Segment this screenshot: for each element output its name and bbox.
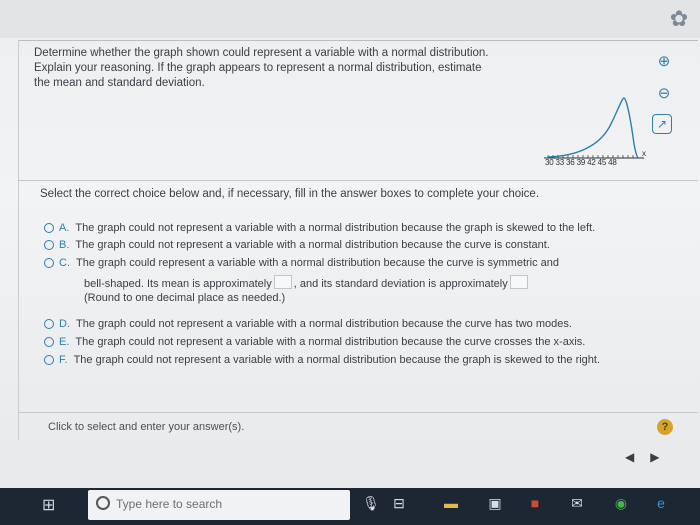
choice-text: The graph could not represent a variable…	[75, 336, 586, 348]
edge-icon[interactable]: e	[652, 494, 670, 512]
help-button[interactable]: ?	[657, 419, 673, 435]
choice-text: bell-shaped. Its mean is approximately	[84, 278, 272, 290]
choice-letter: D.	[59, 318, 70, 330]
choice-text: The graph could not represent a variable…	[75, 239, 550, 251]
question-nav: ◀ ▶	[625, 450, 675, 464]
density-curve	[547, 97, 639, 158]
mail-icon[interactable]: ✉	[568, 494, 586, 512]
mean-answer-box[interactable]	[273, 275, 292, 289]
x-axis-end-label: x	[642, 149, 646, 158]
zoom-out-icon[interactable]: ⊖	[652, 82, 676, 104]
radio-icon[interactable]	[44, 258, 54, 268]
radio-icon[interactable]	[44, 337, 54, 347]
choice-text: The graph could not represent a variable…	[75, 222, 596, 234]
x-tick-labels: 30 33 36 39 42 45 48	[545, 158, 617, 167]
frame-divider	[18, 40, 698, 41]
radio-icon[interactable]	[44, 355, 54, 365]
microphone-icon[interactable]: 🎙	[362, 494, 380, 512]
choice-letter: B.	[59, 239, 70, 251]
top-bar	[0, 0, 700, 38]
store-icon[interactable]: ▣	[486, 494, 504, 512]
cortana-icon	[96, 496, 110, 510]
radio-icon[interactable]	[44, 240, 54, 250]
task-view-icon[interactable]: ⊟	[390, 494, 408, 512]
instruction-text: Select the correct choice below and, if …	[40, 188, 540, 200]
choice-text: The graph could not represent a variable…	[76, 318, 572, 330]
app-screen: ✿ Determine whether the graph shown coul…	[0, 0, 700, 488]
question-text: Determine whether the graph shown could …	[34, 47, 489, 89]
choice-text: The graph could represent a variable wit…	[76, 257, 560, 269]
choice-letter: E.	[59, 336, 70, 348]
chrome-icon[interactable]: ◉	[612, 494, 630, 512]
choice-e[interactable]: E. The graph could not represent a variab…	[44, 336, 585, 348]
choice-b[interactable]: B. The graph could not represent a variab…	[44, 239, 550, 251]
powerpoint-icon[interactable]: ■	[526, 494, 544, 512]
choice-letter: F.	[59, 354, 68, 366]
choice-a[interactable]: A. The graph could not represent a variab…	[44, 222, 595, 234]
footer-divider	[18, 412, 698, 413]
std-dev-answer-box[interactable]	[509, 275, 528, 289]
zoom-in-icon[interactable]: ⊕	[652, 50, 676, 72]
taskbar-search-placeholder: Type here to search	[116, 497, 223, 511]
choice-letter: C.	[59, 257, 70, 269]
choice-letter: A.	[59, 222, 70, 234]
choice-d[interactable]: D. The graph could not represent a variab…	[44, 318, 572, 330]
file-explorer-icon[interactable]: ▬	[442, 494, 460, 512]
next-button[interactable]: ▶	[650, 450, 659, 464]
gear-icon[interactable]: ✿	[668, 8, 690, 30]
radio-icon[interactable]	[44, 223, 54, 233]
prev-button[interactable]: ◀	[625, 450, 634, 464]
choice-f[interactable]: F. The graph could not represent a variab…	[44, 354, 600, 366]
choice-text: The graph could not represent a variable…	[73, 354, 601, 366]
popout-icon[interactable]: ↗	[652, 114, 672, 134]
side-toolbar: ⊕ ⊖ ↗	[652, 50, 682, 144]
radio-icon[interactable]	[44, 319, 54, 329]
choice-text: , and its standard deviation is approxim…	[293, 278, 508, 290]
choice-c-note: (Round to one decimal place as needed.)	[84, 292, 286, 304]
status-text: Click to select and enter your answer(s)…	[48, 421, 245, 433]
section-divider	[18, 180, 698, 181]
choice-c-line2: bell-shaped. Its mean is approximately , …	[84, 275, 530, 290]
windows-start-icon[interactable]: ⊞	[42, 497, 60, 515]
choice-c[interactable]: C. The graph could represent a variable w…	[44, 257, 559, 269]
frame-left-edge	[18, 40, 19, 440]
